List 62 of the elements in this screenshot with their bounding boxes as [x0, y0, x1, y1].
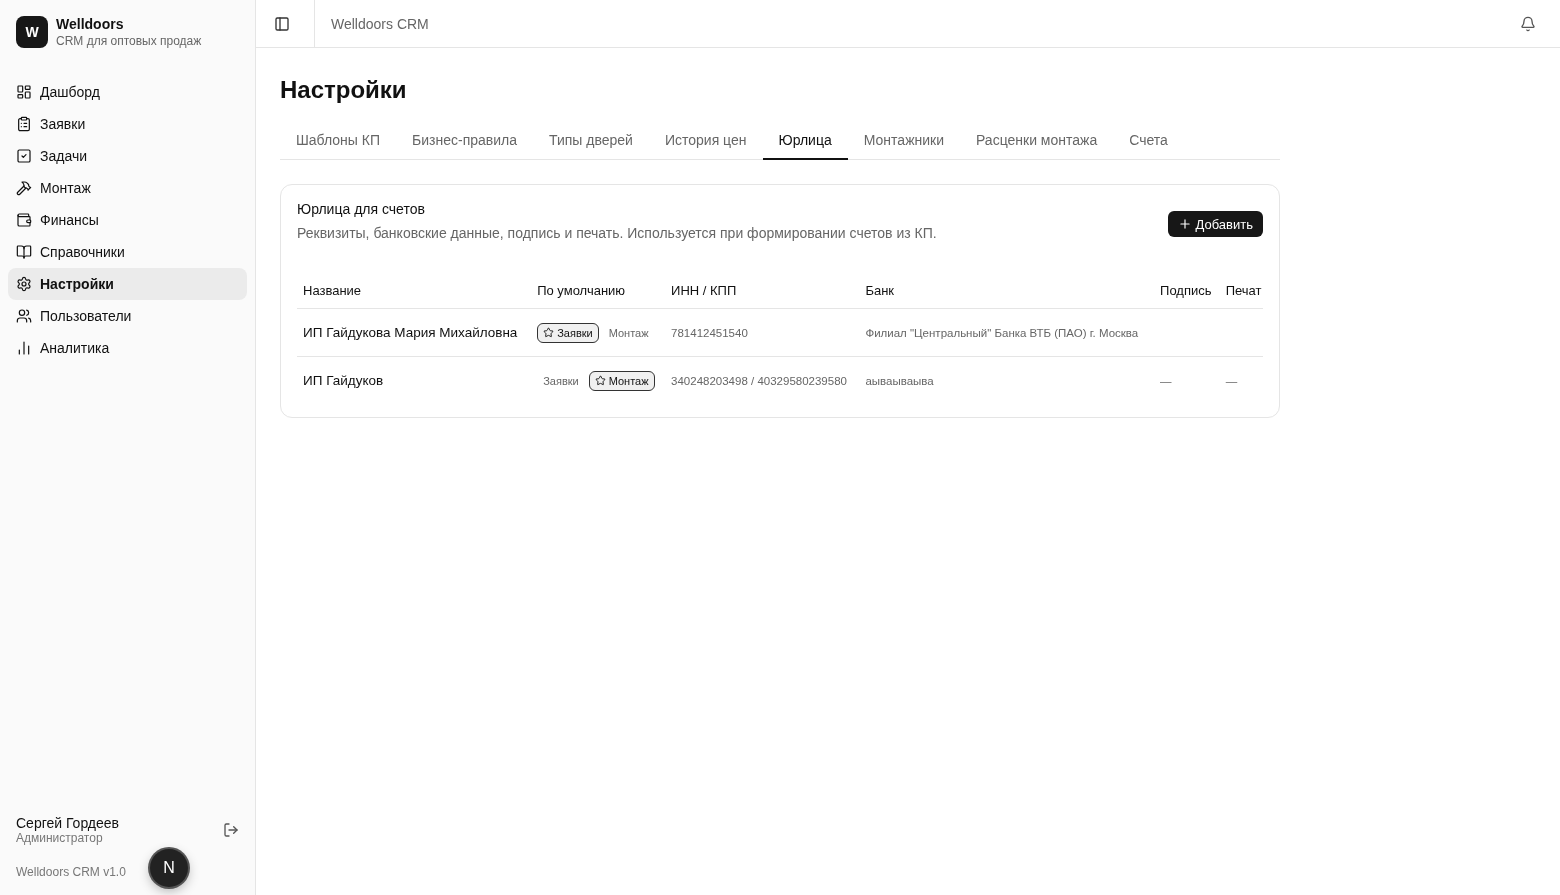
tab[interactable]: Бизнес-правила	[396, 132, 533, 160]
tab[interactable]: Шаблоны КП	[280, 132, 397, 160]
table-cell: аываываыва	[859, 356, 1155, 405]
sidebar-item[interactable]: Задачи	[8, 140, 247, 172]
sidebar-item[interactable]: Финансы	[8, 204, 247, 236]
dev-badge[interactable]: N	[150, 849, 188, 887]
bar-chart-icon	[16, 340, 32, 356]
table-cell: —	[1219, 356, 1263, 405]
book-icon	[16, 244, 32, 260]
tab[interactable]: Юрлица	[762, 132, 848, 160]
checkbox-icon	[16, 148, 32, 164]
hammer-icon	[16, 180, 32, 196]
card-description: Реквизиты, банковские данные, подпись и печать. Используется при формировании счетов из КП.	[297, 225, 937, 241]
sidebar-item[interactable]: Аналитика	[8, 332, 247, 364]
brand-name: Welldoors	[56, 16, 125, 32]
default-toggle[interactable]: Заявки	[537, 322, 599, 343]
sidebar-item[interactable]: Дашборд	[8, 76, 247, 108]
settings-icon	[16, 276, 32, 292]
user-name: Сергей Гордеев	[16, 815, 120, 831]
table-cell: 340248203498 / 40329580239580	[665, 356, 860, 405]
add-button[interactable]: Добавить	[1167, 211, 1263, 237]
star-icon	[594, 375, 606, 387]
tab[interactable]: Монтажники	[847, 132, 960, 160]
logo: W	[16, 16, 48, 48]
tab[interactable]: История цен	[648, 132, 763, 160]
tab[interactable]: Расценки монтажа	[960, 132, 1114, 160]
brand-subtitle: CRM для оптовых продаж	[56, 34, 202, 48]
notifications-button[interactable]	[1520, 15, 1536, 32]
tab[interactable]: Счета	[1113, 132, 1184, 160]
table-cell: —	[1154, 356, 1220, 405]
column-header: Печат	[1219, 273, 1263, 309]
tab[interactable]: Типы дверей	[533, 132, 649, 160]
table-cell: 781412451540	[665, 308, 860, 357]
table-cell: ИП Гайдуков	[297, 356, 532, 405]
sidebar-item[interactable]: Справочники	[8, 236, 247, 268]
dashboard-icon	[16, 84, 32, 100]
user-role: Администратор	[16, 831, 104, 845]
clipboard-icon	[16, 116, 32, 132]
plus-icon	[1177, 217, 1192, 231]
sidebar-toggle-button[interactable]	[274, 15, 290, 32]
sidebar-item[interactable]: Пользователи	[8, 300, 247, 332]
sidebar-item[interactable]: Настройки	[8, 268, 247, 300]
logout-button[interactable]	[223, 822, 239, 838]
table-cell: Филиал "Центральный" Банка ВТБ (ПАО) г. Москва	[859, 308, 1155, 357]
table-cell: ИП Гайдукова Мария Михайловна	[297, 308, 532, 357]
header-title: Welldoors CRM	[314, 0, 429, 48]
column-header: По умолчанию	[531, 273, 666, 309]
sidebar-item[interactable]: Заявки	[8, 108, 247, 140]
version-label: Welldoors CRM v1.0	[16, 865, 126, 879]
column-header: Подпись	[1154, 273, 1220, 309]
users-icon	[16, 308, 32, 324]
column-header: ИНН / КПП	[665, 273, 860, 309]
column-header: Название	[297, 273, 532, 309]
default-toggle[interactable]: Монтаж	[602, 322, 655, 343]
default-toggle[interactable]: Заявки	[537, 370, 585, 391]
page-title: Настройки	[280, 76, 408, 104]
default-toggle[interactable]: Монтаж	[588, 370, 655, 391]
card-title: Юрлица для счетов	[297, 201, 426, 217]
star-icon	[543, 327, 555, 338]
column-header: Банк	[859, 273, 1155, 309]
wallet-icon	[16, 212, 32, 228]
sidebar-item[interactable]: Монтаж	[8, 172, 247, 204]
